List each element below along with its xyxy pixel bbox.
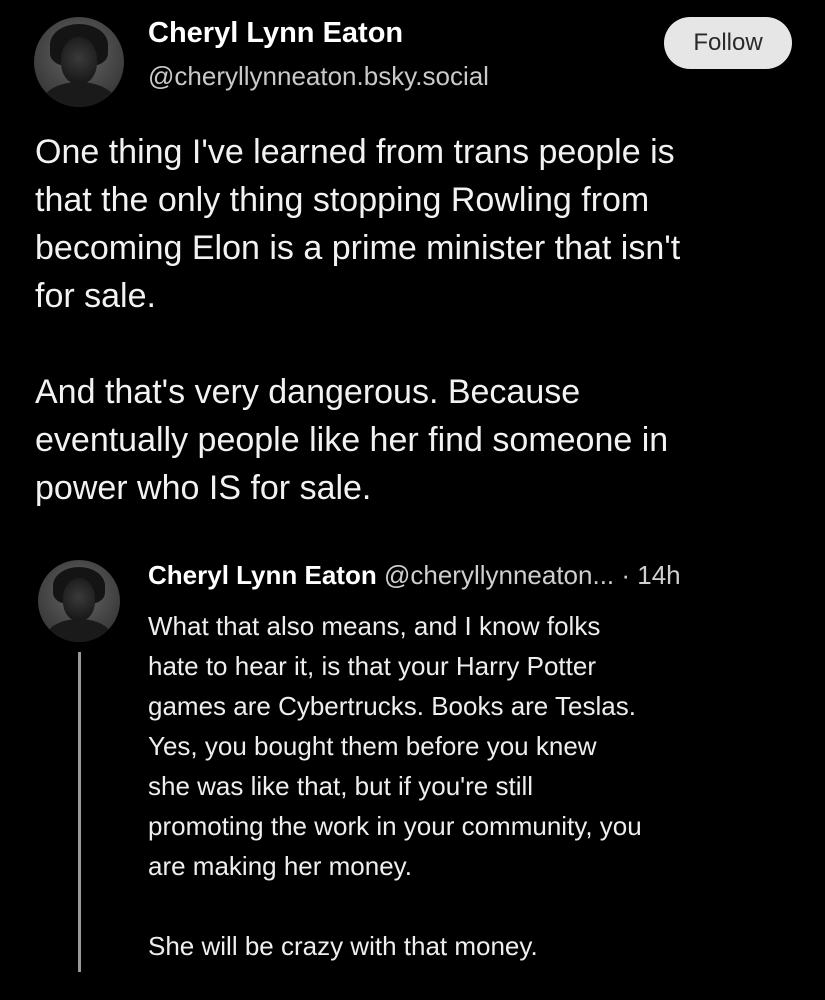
reply-separator: · xyxy=(614,560,638,590)
avatar-face xyxy=(62,578,96,621)
author-display-name[interactable]: Cheryl Lynn Eaton xyxy=(148,17,403,50)
post-paragraph: One thing I've learned from trans people… xyxy=(35,133,681,315)
reply-author-avatar[interactable] xyxy=(38,560,120,642)
avatar-shoulders xyxy=(44,619,114,642)
author-avatar[interactable] xyxy=(34,17,124,107)
reply-paragraph: She will be crazy with that money. xyxy=(148,931,538,961)
reply-author-handle[interactable]: @cheryllynneaton... xyxy=(384,560,614,590)
reply-timestamp[interactable]: 14h xyxy=(637,560,680,590)
author-handle[interactable]: @cheryllynneaton.bsky.social xyxy=(148,61,489,92)
follow-button[interactable]: Follow xyxy=(664,17,792,69)
thread-line xyxy=(78,652,81,972)
post-body: One thing I've learned from trans people… xyxy=(35,128,805,512)
reply-author-name[interactable]: Cheryl Lynn Eaton xyxy=(148,560,377,590)
reply-header: Cheryl Lynn Eaton @cheryllynneaton... · … xyxy=(148,560,681,591)
reply-body: What that also means, and I know folks h… xyxy=(148,606,798,966)
avatar-face xyxy=(61,36,97,84)
post-paragraph: And that's very dangerous. Because event… xyxy=(35,373,669,507)
reply-handle-text: @cheryllynneaton... xyxy=(383,560,615,590)
reply-paragraph: What that also means, and I know folks h… xyxy=(148,611,642,881)
avatar-shoulders xyxy=(41,81,117,107)
